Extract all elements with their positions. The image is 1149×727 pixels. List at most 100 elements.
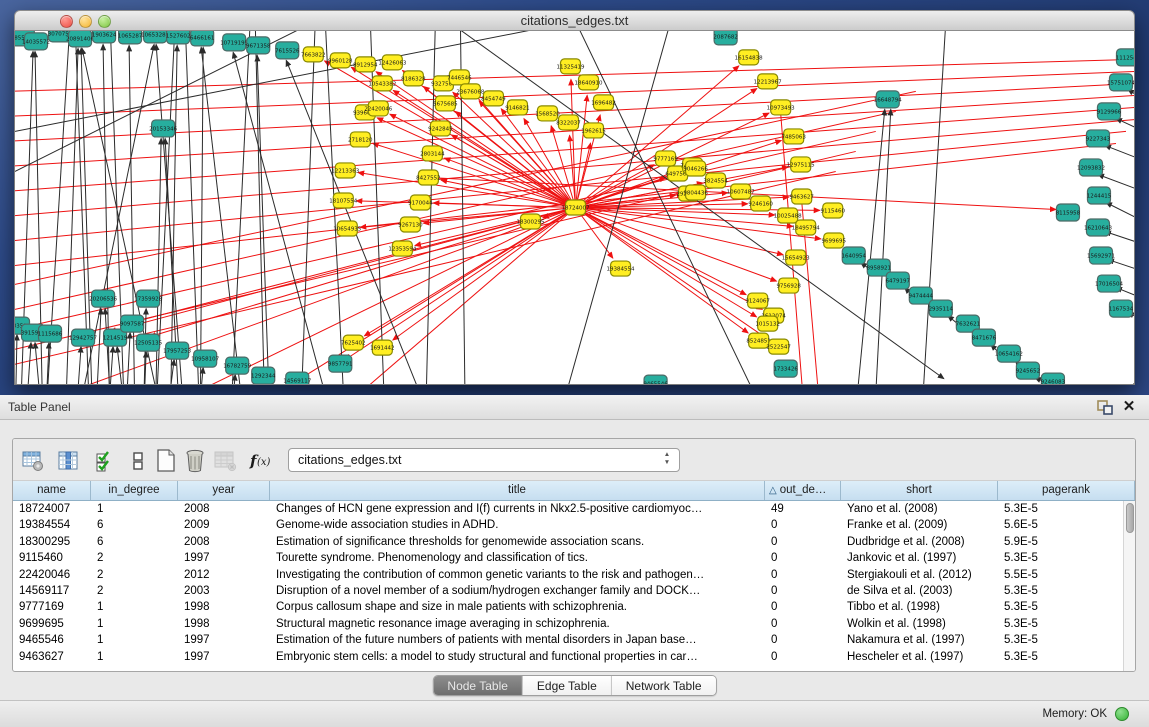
network-node[interactable]: 2803144 <box>420 146 445 161</box>
cell-year[interactable]: 1997 <box>178 649 270 665</box>
network-node[interactable]: 15751074 <box>1107 74 1135 91</box>
network-node[interactable]: 1167534 <box>1109 300 1134 317</box>
network-node[interactable]: 17359928 <box>134 290 162 307</box>
network-node[interactable]: 2718120 <box>348 132 373 147</box>
select-all-icon[interactable] <box>92 448 118 474</box>
column-header-name[interactable]: name <box>13 481 91 500</box>
table-panel-titlebar[interactable]: Table Panel ✕ <box>0 395 1149 420</box>
table-row[interactable]: 946362711997Embryonic stem cells: a mode… <box>13 649 1123 665</box>
network-node[interactable]: 1015132 <box>755 316 780 331</box>
network-node[interactable]: 9857791 <box>328 355 353 372</box>
network-node[interactable]: 17957253 <box>163 342 191 359</box>
cell-short[interactable]: Franke et al. (2009) <box>841 517 998 533</box>
network-node[interactable]: 9227343 <box>1086 130 1111 147</box>
network-window-titlebar[interactable]: citations_edges.txt <box>14 10 1135 31</box>
network-node[interactable]: 8115958 <box>1056 204 1081 221</box>
network-node[interactable]: 2087682 <box>713 31 738 45</box>
cell-pagerank[interactable]: 5.6E-5 <box>998 517 1123 533</box>
network-node[interactable]: 17016504 <box>1095 275 1123 292</box>
table-vertical-scrollbar[interactable] <box>1123 501 1135 671</box>
cell-title[interactable]: Structural magnetic resonance image aver… <box>270 616 765 632</box>
network-node[interactable]: 1527602 <box>166 31 191 44</box>
network-node[interactable]: 3824554 <box>703 173 728 188</box>
float-panel-icon[interactable] <box>1097 400 1113 415</box>
tab-edge-table[interactable]: Edge Table <box>523 676 612 695</box>
cell-title[interactable]: Investigating the contribution of common… <box>270 567 765 583</box>
cell-out_degree[interactable]: 0 <box>765 632 841 648</box>
network-node[interactable]: 14035572 <box>22 33 50 50</box>
network-node[interactable]: 9246083 <box>1041 373 1066 385</box>
network-node[interactable]: 12093832 <box>1077 159 1105 176</box>
delete-rows-icon[interactable] <box>182 448 208 474</box>
network-node[interactable]: 1733426 <box>773 360 798 377</box>
cell-title[interactable]: Corpus callosum shape and size in male p… <box>270 599 765 615</box>
cell-title[interactable]: Tourette syndrome. Phenomenology and cla… <box>270 550 765 566</box>
network-node[interactable]: 10607487 <box>727 184 755 199</box>
tab-node-table[interactable]: Node Table <box>433 676 523 695</box>
cell-out_degree[interactable]: 0 <box>765 550 841 566</box>
network-node[interactable]: 10654935 <box>333 221 361 236</box>
table-row[interactable]: 977716911998Corpus callosum shape and si… <box>13 599 1123 615</box>
network-node[interactable]: 16648794 <box>874 91 902 108</box>
network-node[interactable]: 1292344 <box>251 367 276 384</box>
network-node[interactable]: 9671358 <box>246 37 271 54</box>
network-node[interactable]: 8186328 <box>401 71 426 86</box>
network-node[interactable]: 2935114 <box>929 300 954 317</box>
table-row[interactable]: 1938455462009Genome-wide association stu… <box>13 517 1123 533</box>
network-node[interactable]: 12505135 <box>134 334 162 351</box>
network-node[interactable]: 7485063 <box>781 129 806 144</box>
cell-title[interactable]: Embryonic stem cells: a model to study s… <box>270 649 765 665</box>
network-node[interactable]: 8454749 <box>481 91 506 106</box>
network-node[interactable]: 9242845 <box>428 121 453 136</box>
cell-year[interactable]: 1997 <box>178 550 270 566</box>
network-node[interactable]: 5675685 <box>433 96 458 111</box>
network-node[interactable]: 9129966 <box>1097 103 1122 120</box>
cell-year[interactable]: 1997 <box>178 632 270 648</box>
cell-name[interactable]: 18300295 <box>13 534 91 550</box>
function-builder-icon[interactable]: f (x) <box>247 448 279 474</box>
table-settings-icon[interactable] <box>20 448 46 474</box>
network-node[interactable]: 10543382 <box>368 76 396 91</box>
cell-out_degree[interactable]: 0 <box>765 616 841 632</box>
cell-out_degree[interactable]: 0 <box>765 517 841 533</box>
table-row[interactable]: 969969511998Structural magnetic resonanc… <box>13 616 1123 632</box>
network-node[interactable]: 15654923 <box>782 250 810 265</box>
network-node[interactable]: 11325419 <box>556 59 584 74</box>
table-selector-dropdown[interactable]: citations_edges.txt ▲▼ <box>288 448 680 472</box>
network-window[interactable]: citations_edges.txt 18557291403557230707… <box>14 10 1135 385</box>
cell-name[interactable]: 9699695 <box>13 616 91 632</box>
network-node[interactable]: 9170044 <box>408 195 433 210</box>
network-node[interactable]: 8427552 <box>416 170 441 185</box>
network-node[interactable]: 9960128 <box>328 53 353 68</box>
table-row[interactable]: 911546021997Tourette syndrome. Phenomeno… <box>13 550 1123 566</box>
network-node[interactable]: 9097587 <box>120 315 145 332</box>
network-node[interactable]: 1903624 <box>92 31 117 43</box>
network-node[interactable]: 7663822 <box>301 47 326 62</box>
network-node[interactable]: 1691442 <box>370 340 395 355</box>
network-node[interactable]: 7615526 <box>275 42 300 59</box>
network-node[interactable]: 10719195 <box>220 34 248 51</box>
network-node[interactable]: 9777169 <box>653 151 678 166</box>
cell-short[interactable]: Tibbo et al. (1998) <box>841 599 998 615</box>
cell-in_degree[interactable]: 2 <box>91 567 178 583</box>
cell-in_degree[interactable]: 1 <box>91 649 178 665</box>
network-node[interactable]: 16210643 <box>1084 219 1112 236</box>
cell-short[interactable]: Stergiakouli et al. (2012) <box>841 567 998 583</box>
cell-name[interactable]: 9777169 <box>13 599 91 615</box>
cell-in_degree[interactable]: 1 <box>91 616 178 632</box>
cell-out_degree[interactable]: 0 <box>765 583 841 599</box>
cell-title[interactable]: Changes of HCN gene expression and I(f) … <box>270 501 765 517</box>
cell-short[interactable]: Dudbridge et al. (2008) <box>841 534 998 550</box>
table-row[interactable]: 1830029562008Estimation of significance … <box>13 534 1123 550</box>
table-row[interactable]: 1872400712008Changes of HCN gene express… <box>13 501 1123 517</box>
column-header-year[interactable]: year <box>178 481 270 500</box>
network-node[interactable]: 10958107 <box>191 350 219 367</box>
cell-year[interactable]: 2008 <box>178 501 270 517</box>
cell-out_degree[interactable]: 49 <box>765 501 841 517</box>
cell-name[interactable]: 9465546 <box>13 632 91 648</box>
network-node[interactable]: 9245652 <box>1016 362 1041 379</box>
cell-pagerank[interactable]: 5.3E-5 <box>998 616 1123 632</box>
network-node[interactable]: 12213967 <box>754 74 782 89</box>
table-row[interactable]: 2242004622012Investigating the contribut… <box>13 567 1123 583</box>
network-node[interactable]: 10654162 <box>995 345 1023 362</box>
